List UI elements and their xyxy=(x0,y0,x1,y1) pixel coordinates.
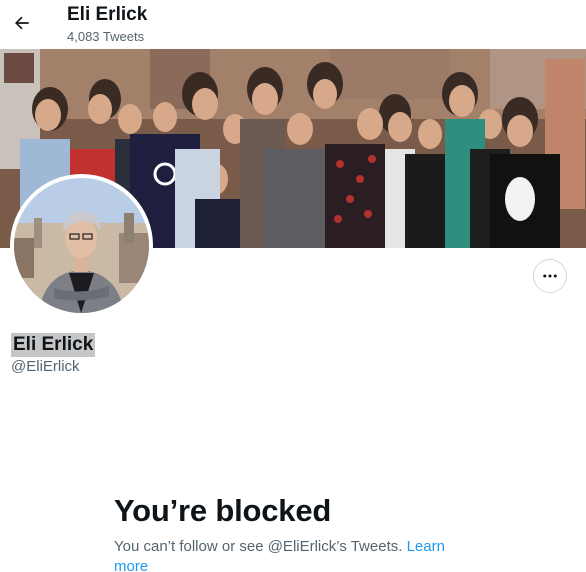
arrow-left-icon xyxy=(15,16,29,30)
tweet-count: 4,083 Tweets xyxy=(67,29,145,44)
more-horizontal-icon xyxy=(543,274,557,278)
blocked-title: You’re blocked xyxy=(114,493,332,528)
blocked-message-text: You can’t follow or see @EliErlick’s Twe… xyxy=(114,538,403,555)
profile-handle: @EliErlick xyxy=(11,358,80,375)
avatar[interactable] xyxy=(10,174,153,317)
profile-page: Eli Erlick 4,083 Tweets Eli Erlick @EliE… xyxy=(0,0,586,572)
back-button[interactable] xyxy=(6,7,38,39)
avatar-image xyxy=(14,178,149,313)
more-button[interactable] xyxy=(533,259,567,293)
profile-header: Eli Erlick 4,083 Tweets xyxy=(0,0,586,49)
blocked-message: You can’t follow or see @EliErlick’s Twe… xyxy=(114,537,459,572)
profile-display-name: Eli Erlick xyxy=(11,333,96,357)
header-title: Eli Erlick xyxy=(67,4,148,25)
